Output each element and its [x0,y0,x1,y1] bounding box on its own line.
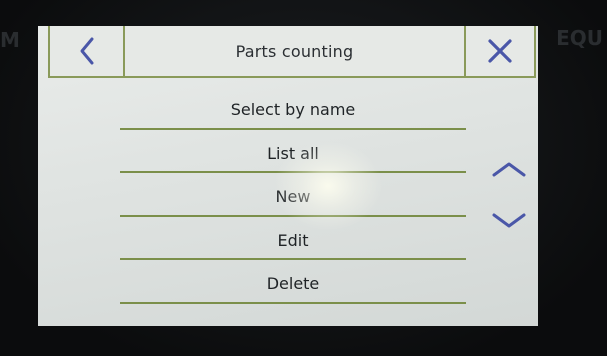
chevron-left-icon [80,37,93,65]
close-button[interactable] [464,26,534,76]
menu-item-select-by-name[interactable]: Select by name [118,88,468,132]
menu-item-list-all[interactable]: List all [118,132,468,176]
menu-item-new[interactable]: New [118,175,468,219]
device-frame: M EQU Parts counting Select by name List… [0,0,607,356]
menu-item-label: New [275,187,311,207]
menu-item-label: Select by name [230,100,356,120]
touch-screen: Parts counting Select by name List all N… [38,26,538,326]
bezel-label-right: EQU [556,26,603,50]
bezel-label-left: M [0,28,20,52]
chevron-up-icon [492,162,526,177]
menu-item-label: List all [267,143,319,163]
menu-item-edit[interactable]: Edit [118,219,468,263]
title-cell: Parts counting [125,26,464,76]
chevron-down-icon [492,213,526,228]
scroll-down-button[interactable] [488,206,530,236]
menu-item-delete[interactable]: Delete [118,262,468,306]
menu-list: Select by name List all New Edit Delete [118,88,468,306]
menu-item-label: Delete [266,274,320,294]
page-title: Parts counting [235,41,354,61]
back-button[interactable] [50,26,125,76]
scroll-up-button[interactable] [488,154,530,184]
menu-item-label: Edit [277,230,309,250]
close-icon [488,39,512,63]
header-bar: Parts counting [48,26,536,78]
